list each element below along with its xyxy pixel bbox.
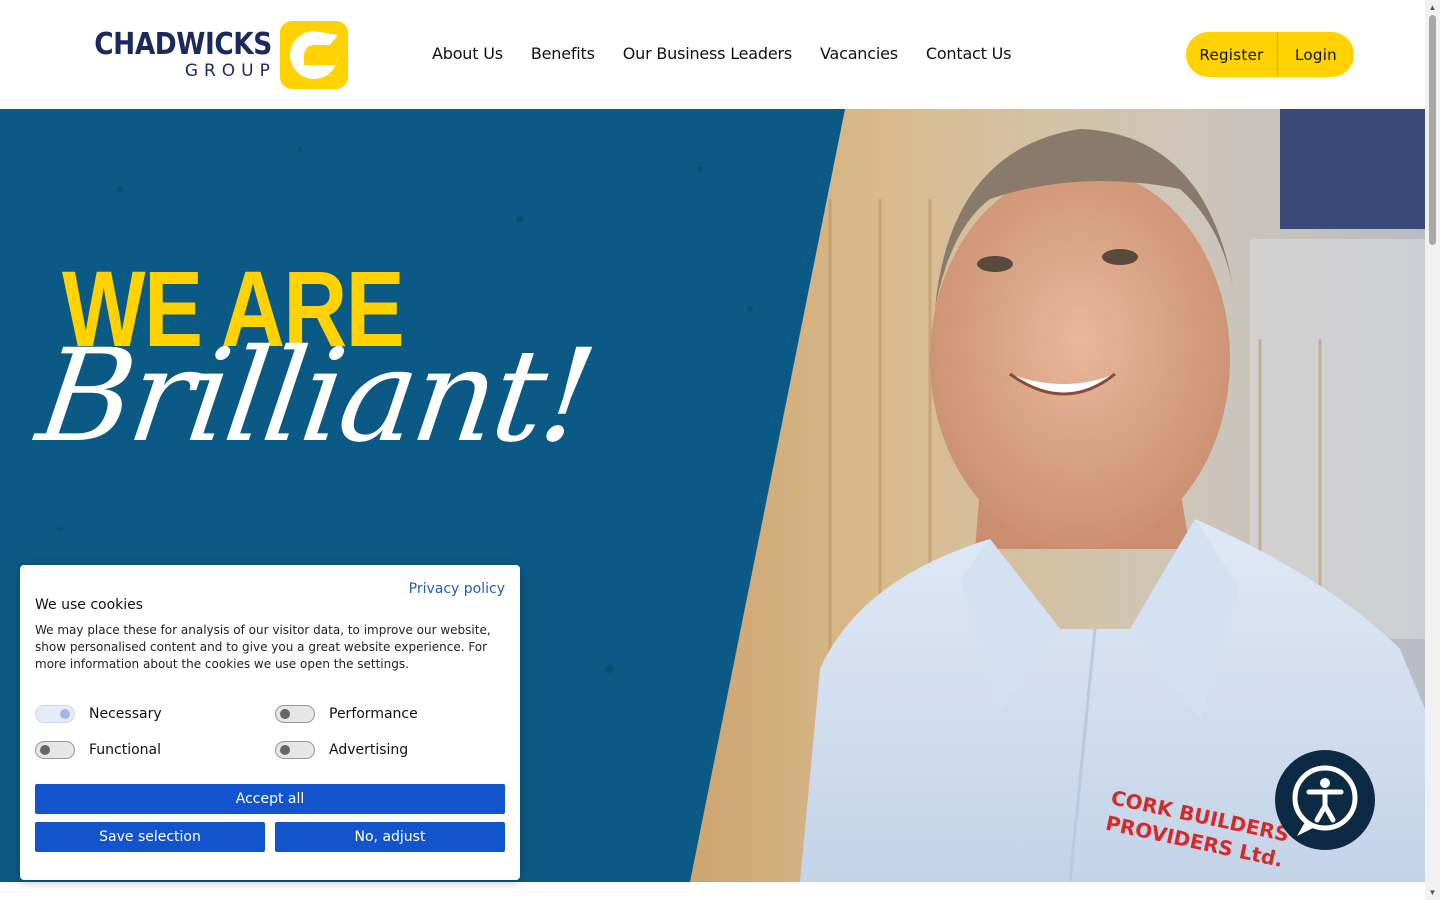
functional-toggle[interactable] (35, 741, 75, 759)
privacy-policy-link[interactable]: Privacy policy (409, 581, 505, 597)
hero-headline-brilliant: Brilliant! (29, 322, 602, 471)
necessary-toggle[interactable] (35, 705, 75, 723)
logo-sub-text: GROUP (184, 61, 276, 81)
chadwicks-group-logo[interactable]: CHADWICKS GROUP (70, 20, 348, 90)
register-button[interactable]: Register (1186, 32, 1278, 77)
cookie-title: We use cookies (35, 597, 144, 613)
auth-buttons: Register Login (1186, 32, 1354, 77)
nav-about-us[interactable]: About Us (418, 40, 517, 68)
scroll-up-arrow-icon[interactable]: ▲ (1425, 0, 1440, 15)
toggle-row-advertising: Advertising (275, 741, 408, 759)
main-nav: About Us Benefits Our Business Leaders V… (418, 40, 1025, 68)
page-scrollbar[interactable]: ▲ ▼ (1425, 0, 1440, 900)
cookie-description: We may place these for analysis of our v… (35, 623, 491, 671)
accessibility-widget-button[interactable] (1275, 750, 1375, 850)
performance-toggle[interactable] (275, 705, 315, 723)
logo-main-text: CHADWICKS (94, 27, 272, 62)
accept-all-button[interactable]: Accept all (35, 784, 505, 814)
nav-vacancies[interactable]: Vacancies (806, 40, 912, 68)
toggle-row-necessary: Necessary (35, 705, 162, 723)
chadwicks-c-icon (279, 21, 348, 89)
site-header: CHADWICKS GROUP About Us Benefits Our Bu… (0, 0, 1425, 109)
necessary-label: Necessary (89, 706, 162, 722)
scroll-down-arrow-icon[interactable]: ▼ (1425, 885, 1440, 900)
login-button[interactable]: Login (1278, 32, 1354, 77)
advertising-label: Advertising (329, 742, 409, 758)
accessibility-person-icon (1292, 765, 1358, 836)
toggle-row-functional: Functional (35, 741, 161, 759)
nav-our-business-leaders[interactable]: Our Business Leaders (609, 40, 806, 68)
save-selection-button[interactable]: Save selection (35, 822, 265, 852)
scroll-thumb[interactable] (1429, 15, 1436, 245)
toggle-row-performance: Performance (275, 705, 418, 723)
functional-label: Functional (89, 742, 162, 758)
performance-label: Performance (329, 706, 418, 722)
nav-benefits[interactable]: Benefits (517, 40, 609, 68)
cookie-consent-panel: Privacy policy We use cookies We may pla… (20, 565, 520, 880)
logo-wordmark: CHADWICKS GROUP (70, 27, 272, 82)
nav-contact-us[interactable]: Contact Us (912, 40, 1025, 68)
advertising-toggle[interactable] (275, 741, 315, 759)
no-adjust-button[interactable]: No, adjust (275, 822, 505, 852)
